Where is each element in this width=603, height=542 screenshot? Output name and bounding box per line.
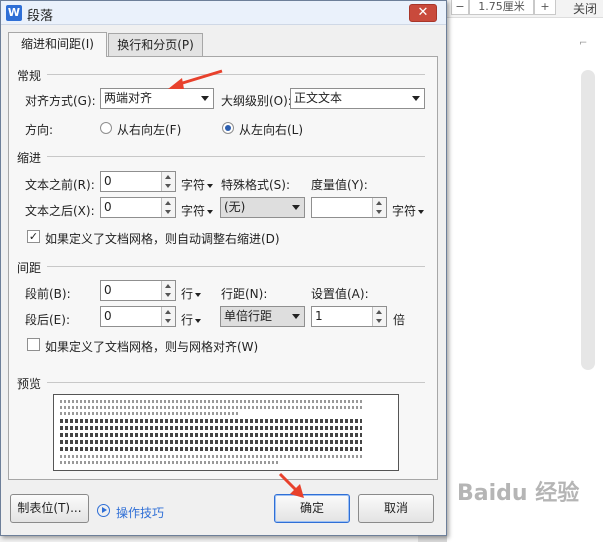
indent-before-unit: 字符 bbox=[181, 178, 206, 192]
spin-buttons[interactable] bbox=[161, 307, 175, 326]
space-after-unit-select[interactable]: 行 bbox=[181, 311, 202, 328]
space-before-unit-select[interactable]: 行 bbox=[181, 285, 202, 302]
space-after-input[interactable]: 0 bbox=[100, 306, 176, 327]
snap-to-grid-checkbox[interactable] bbox=[27, 338, 40, 351]
preview-current-paragraph-line bbox=[60, 419, 362, 423]
close-panel-button[interactable]: 关闭 bbox=[573, 0, 597, 17]
outline-level-value: 正文文本 bbox=[294, 91, 343, 105]
alignment-label: 对齐方式(G): bbox=[25, 94, 96, 108]
paragraph-dialog: W 段落 ✕ 缩进和间距(I) 换行和分页(P) 常规 对齐方式(G): 两端对… bbox=[0, 0, 447, 536]
preview-previous-paragraph-line bbox=[60, 406, 362, 409]
indent-after-unit: 字符 bbox=[181, 204, 206, 218]
play-icon[interactable] bbox=[97, 504, 110, 517]
spin-buttons[interactable] bbox=[161, 172, 175, 191]
spin-buttons[interactable] bbox=[161, 198, 175, 217]
space-after-unit: 行 bbox=[181, 313, 194, 327]
measure-input[interactable] bbox=[311, 197, 387, 218]
chevron-down-icon bbox=[412, 96, 420, 101]
divider bbox=[47, 266, 425, 267]
tab-stops-button[interactable]: 制表位(T)... bbox=[10, 494, 89, 523]
indent-before-value: 0 bbox=[104, 174, 112, 188]
spin-buttons[interactable] bbox=[161, 281, 175, 300]
outline-level-select[interactable]: 正文文本 bbox=[290, 88, 425, 109]
page-corner-mark: ⌐ bbox=[579, 38, 588, 49]
direction-label: 方向: bbox=[25, 123, 54, 137]
ok-button[interactable]: 确定 bbox=[274, 494, 350, 523]
measure-unit-select[interactable]: 字符 bbox=[392, 202, 425, 219]
spin-buttons[interactable] bbox=[372, 307, 386, 326]
decrease-spacing-button[interactable]: − bbox=[451, 0, 469, 15]
vertical-scrollbar[interactable] bbox=[581, 70, 595, 370]
divider bbox=[47, 382, 425, 383]
indent-after-unit-select[interactable]: 字符 bbox=[181, 202, 214, 219]
preview-current-paragraph-line bbox=[60, 433, 362, 437]
preview-next-paragraph-line bbox=[60, 455, 362, 458]
setting-unit: 倍 bbox=[393, 313, 406, 327]
line-spacing-label: 行距(N): bbox=[221, 287, 268, 301]
paragraph-preview bbox=[53, 394, 399, 471]
section-general: 常规 bbox=[17, 69, 42, 83]
indent-after-value: 0 bbox=[104, 200, 112, 214]
spin-buttons[interactable] bbox=[372, 198, 386, 217]
rtl-radio[interactable] bbox=[100, 122, 112, 134]
space-after-value: 0 bbox=[104, 309, 112, 323]
space-before-unit: 行 bbox=[181, 287, 194, 301]
divider bbox=[47, 74, 425, 75]
document-background bbox=[447, 0, 603, 542]
indent-after-input[interactable]: 0 bbox=[100, 197, 176, 218]
special-format-select[interactable]: (无) bbox=[220, 197, 305, 218]
ltr-label[interactable]: 从左向右(L) bbox=[239, 121, 303, 138]
preview-next-paragraph-line bbox=[60, 461, 280, 464]
line-spacing-value: 单倍行距 bbox=[224, 309, 273, 323]
auto-right-indent-checkbox[interactable]: ✓ bbox=[27, 230, 40, 243]
chevron-down-icon bbox=[292, 314, 300, 319]
spacing-value-field[interactable]: 1.75厘米 bbox=[469, 0, 534, 15]
preview-current-paragraph-line bbox=[60, 426, 362, 430]
preview-previous-paragraph-line bbox=[60, 400, 362, 403]
tab-line-page-breaks[interactable]: 换行和分页(P) bbox=[108, 33, 203, 56]
ltr-radio[interactable] bbox=[222, 122, 234, 134]
space-before-label: 段前(B): bbox=[25, 287, 71, 301]
outline-level-label: 大纲级别(O): bbox=[221, 94, 292, 108]
dialog-titlebar[interactable]: W 段落 ✕ bbox=[1, 1, 446, 25]
setting-value-label: 设置值(A): bbox=[311, 287, 369, 301]
special-format-value: (无) bbox=[224, 200, 246, 214]
indent-before-label: 文本之前(R): bbox=[25, 178, 95, 192]
setting-value: 1 bbox=[315, 309, 323, 323]
tips-link[interactable]: 操作技巧 bbox=[116, 504, 164, 521]
dialog-title: 段落 bbox=[27, 9, 54, 24]
baidu-watermark: Baidu 经验 bbox=[457, 481, 580, 506]
measure-label: 度量值(Y): bbox=[311, 178, 368, 192]
preview-current-paragraph-line bbox=[60, 440, 362, 444]
special-format-label: 特殊格式(S): bbox=[221, 178, 291, 192]
measure-unit: 字符 bbox=[392, 204, 417, 218]
section-preview: 预览 bbox=[17, 377, 42, 391]
indent-before-input[interactable]: 0 bbox=[100, 171, 176, 192]
indent-after-label: 文本之后(X): bbox=[25, 204, 95, 218]
tab-indent-spacing[interactable]: 缩进和间距(I) bbox=[8, 32, 107, 57]
alignment-select[interactable]: 两端对齐 bbox=[100, 88, 214, 109]
setting-value-input[interactable]: 1 bbox=[311, 306, 387, 327]
auto-right-indent-label[interactable]: 如果定义了文档网格，则自动调整右缩进(D) bbox=[45, 230, 280, 247]
increase-spacing-button[interactable]: + bbox=[534, 0, 556, 15]
rtl-label[interactable]: 从右向左(F) bbox=[117, 121, 181, 138]
space-before-input[interactable]: 0 bbox=[100, 280, 176, 301]
snap-to-grid-label[interactable]: 如果定义了文档网格，则与网格对齐(W) bbox=[45, 338, 258, 355]
chevron-down-icon bbox=[292, 205, 300, 210]
cancel-button[interactable]: 取消 bbox=[358, 494, 434, 523]
space-after-label: 段后(E): bbox=[25, 313, 70, 327]
indent-before-unit-select[interactable]: 字符 bbox=[181, 176, 214, 193]
space-before-value: 0 bbox=[104, 283, 112, 297]
chevron-down-icon bbox=[201, 96, 209, 101]
preview-previous-paragraph-line bbox=[60, 412, 240, 415]
section-indent: 缩进 bbox=[17, 151, 42, 165]
line-spacing-select[interactable]: 单倍行距 bbox=[220, 306, 305, 327]
preview-current-paragraph-line bbox=[60, 447, 362, 451]
section-spacing: 间距 bbox=[17, 261, 42, 275]
alignment-value: 两端对齐 bbox=[104, 91, 153, 105]
divider bbox=[47, 156, 425, 157]
close-icon[interactable]: ✕ bbox=[409, 4, 437, 22]
wps-writer-icon: W bbox=[6, 5, 22, 21]
